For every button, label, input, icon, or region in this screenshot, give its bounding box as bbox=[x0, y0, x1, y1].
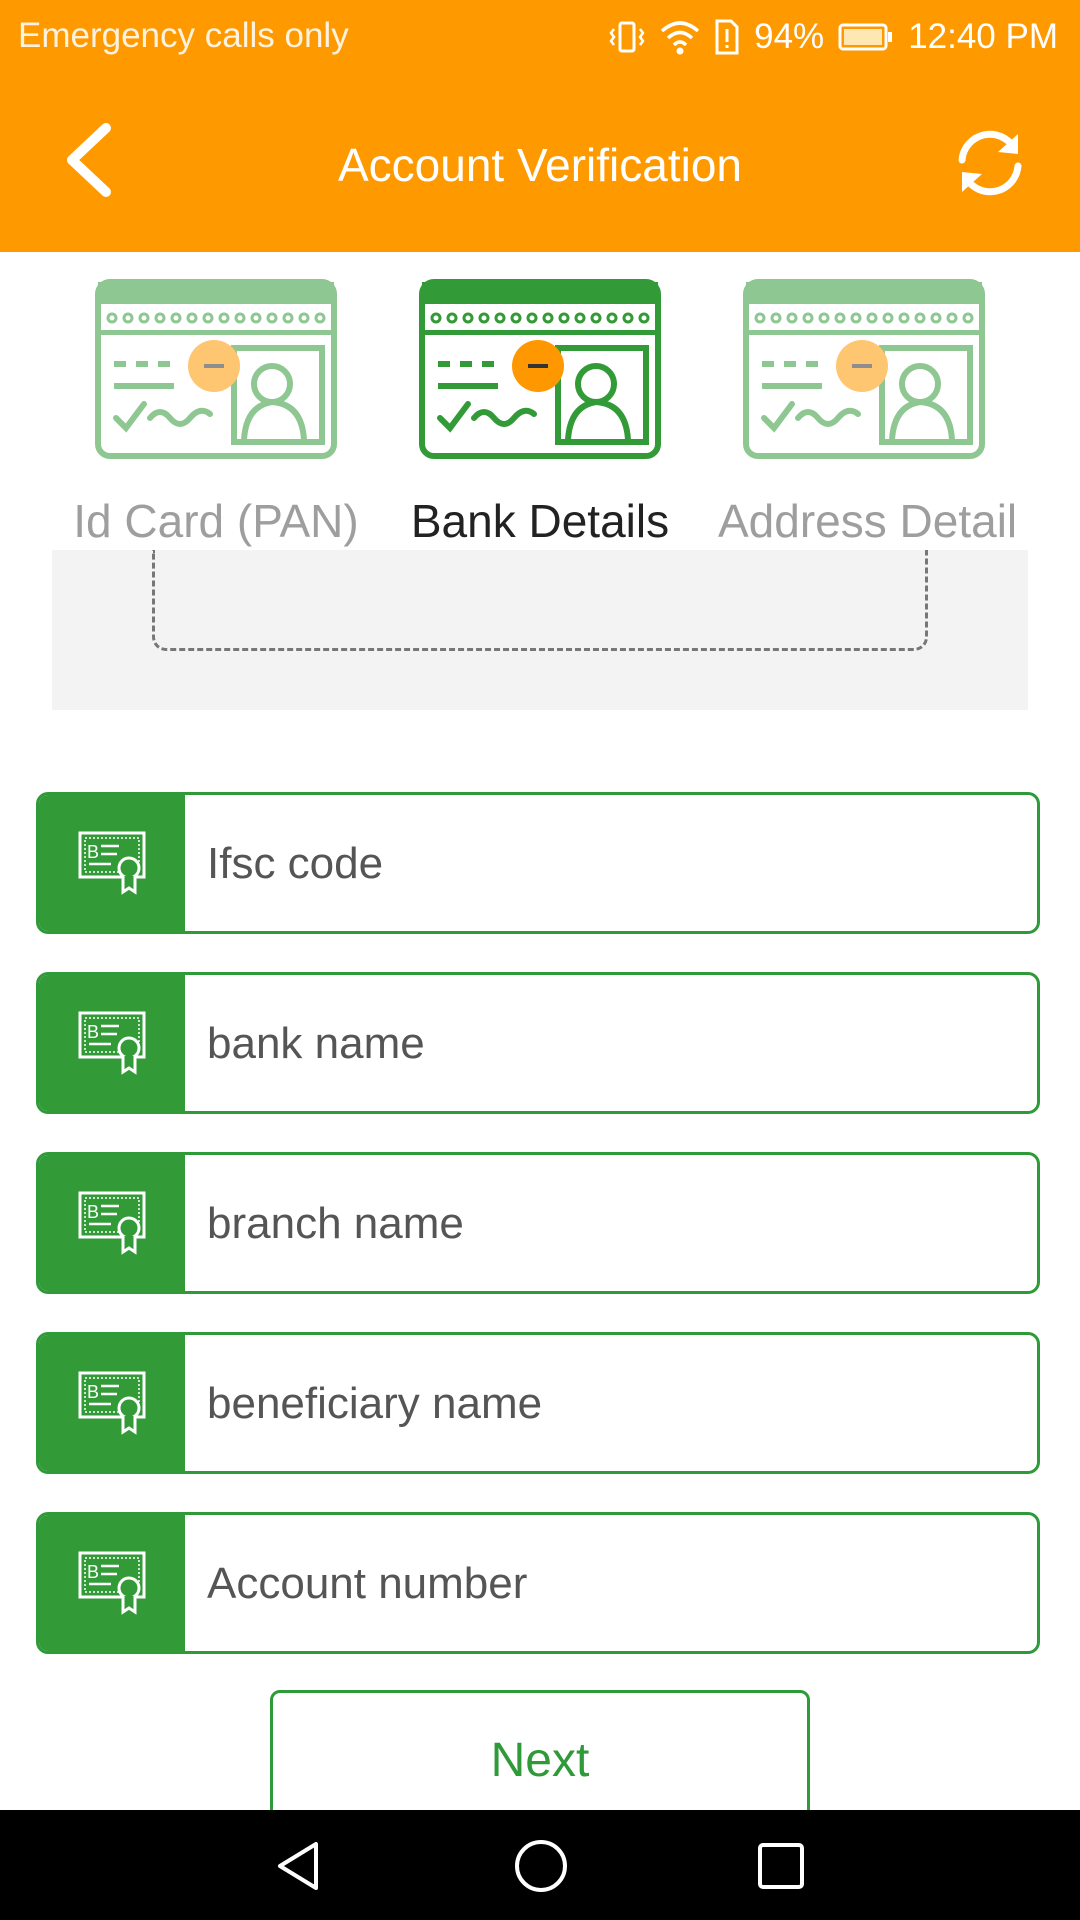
account-number-field: B bbox=[36, 1512, 1040, 1654]
ifsc-code-field: B bbox=[36, 792, 1040, 934]
back-triangle-icon bbox=[278, 1842, 318, 1890]
verification-steps: Id Card (PAN) Bank Details Address Detai… bbox=[0, 270, 1080, 560]
nav-back-button[interactable] bbox=[266, 1834, 336, 1898]
svg-text:B: B bbox=[87, 1562, 99, 1582]
bank-card-icon bbox=[419, 279, 661, 459]
sim-alert-icon bbox=[714, 18, 740, 56]
battery-icon bbox=[838, 22, 894, 52]
address-card-icon bbox=[743, 279, 985, 459]
upload-dashed-box bbox=[152, 550, 928, 651]
nav-home-button[interactable] bbox=[506, 1834, 576, 1898]
step-label: Address Detail bbox=[718, 495, 1018, 547]
refresh-icon bbox=[958, 130, 1022, 196]
step-label: Id Card (PAN) bbox=[73, 495, 359, 547]
id-card-icon bbox=[95, 279, 337, 459]
bank-certificate-icon: B bbox=[39, 1515, 185, 1651]
carrier-text: Emergency calls only bbox=[18, 16, 349, 55]
bank-certificate-icon: B bbox=[39, 795, 185, 931]
bank-name-field: B bbox=[36, 972, 1040, 1114]
svg-text:B: B bbox=[87, 1202, 99, 1222]
svg-text:B: B bbox=[87, 1382, 99, 1402]
upload-area[interactable] bbox=[52, 550, 1028, 710]
battery-percent: 94% bbox=[754, 17, 825, 56]
beneficiary-name-input[interactable] bbox=[205, 1335, 1027, 1471]
page-title: Account Verification bbox=[337, 139, 742, 191]
nav-recents-button[interactable] bbox=[746, 1834, 816, 1898]
svg-text:B: B bbox=[87, 1022, 99, 1042]
bank-certificate-icon: B bbox=[39, 1335, 185, 1471]
svg-text:B: B bbox=[87, 842, 99, 862]
wifi-icon bbox=[660, 19, 700, 55]
system-nav-bar bbox=[0, 1810, 1080, 1920]
status-icons: 94% 12:40 PM bbox=[608, 12, 1058, 62]
step-label: Bank Details bbox=[410, 495, 670, 547]
status-bar: Emergency calls only 94% 12:40 PM bbox=[0, 0, 1080, 76]
bank-name-input[interactable] bbox=[205, 975, 1027, 1111]
home-circle-icon bbox=[515, 1840, 567, 1892]
recents-square-icon bbox=[758, 1843, 804, 1889]
refresh-button[interactable] bbox=[948, 124, 1032, 202]
branch-name-input[interactable] bbox=[205, 1155, 1027, 1291]
clock: 12:40 PM bbox=[908, 17, 1058, 56]
bank-certificate-icon: B bbox=[39, 1155, 185, 1291]
vibrate-icon bbox=[608, 17, 646, 57]
beneficiary-name-field: B bbox=[36, 1332, 1040, 1474]
account-number-input[interactable] bbox=[205, 1515, 1027, 1651]
branch-name-field: B bbox=[36, 1152, 1040, 1294]
ifsc-code-input[interactable] bbox=[205, 795, 1027, 931]
bank-certificate-icon: B bbox=[39, 975, 185, 1111]
next-button[interactable]: Next bbox=[270, 1690, 810, 1830]
app-header: Emergency calls only 94% 12:40 PM Accoun… bbox=[0, 0, 1080, 252]
